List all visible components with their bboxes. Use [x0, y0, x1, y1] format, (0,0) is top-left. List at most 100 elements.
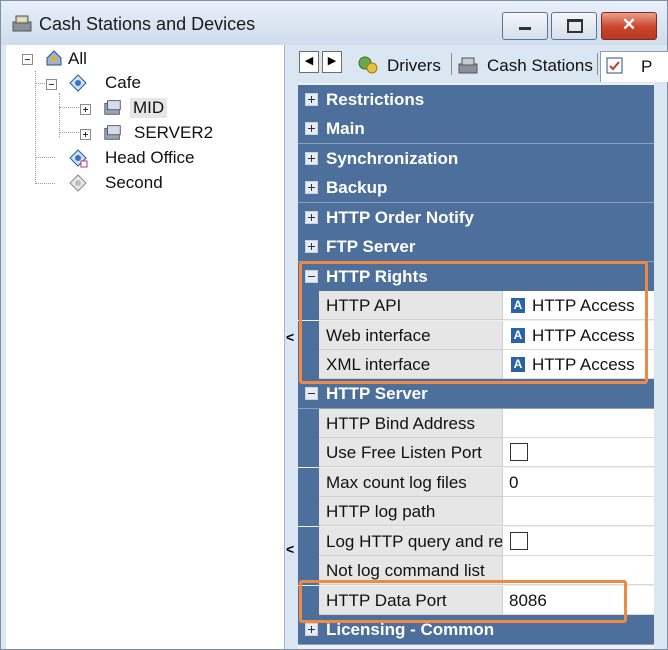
window-title: Cash Stations and Devices — [39, 14, 256, 34]
property-name: Web interface — [326, 326, 431, 345]
minimize-button[interactable] — [502, 12, 548, 40]
tree-node-label: SERVER2 — [134, 123, 214, 142]
maximize-button[interactable] — [551, 12, 597, 40]
device-tree[interactable]: All Cafe MID SERVER2 Head Office Second — [6, 45, 285, 649]
property-grid: Restrictions Main Synchronization Backup… — [298, 83, 654, 649]
tree-node-label: Head Office — [105, 148, 195, 167]
station-group-icon — [69, 149, 88, 168]
property-name: HTTP API — [326, 296, 402, 315]
category-label: HTTP Rights — [326, 267, 428, 286]
property-name: Not log command list — [326, 561, 485, 580]
property-row[interactable]: Not log command list — [298, 556, 654, 585]
collapse-left-icon[interactable]: < — [286, 541, 294, 557]
tab-cash-stations[interactable]: Cash Stations — [453, 51, 595, 79]
category-label: Main — [326, 119, 365, 138]
main-window: Cash Stations and Devices ✕ All Cafe MID… — [0, 0, 668, 650]
enum-value-icon: A — [511, 298, 525, 313]
properties-pane: ◀ ▶ Drivers Cash Stations P Restrictions… — [295, 45, 668, 649]
category-synchronization[interactable]: Synchronization — [298, 144, 654, 174]
category-label: Synchronization — [326, 149, 459, 168]
tree-node-label: MID — [130, 98, 168, 118]
tree-node-label: Second — [105, 173, 163, 192]
property-row[interactable]: Log HTTP query and re — [298, 527, 654, 556]
tab-scroll-right-button[interactable]: ▶ — [322, 51, 342, 73]
property-row[interactable]: Web interface A HTTP Access — [298, 321, 654, 350]
category-label: HTTP Order Notify — [326, 208, 474, 227]
category-label: Licensing - Common — [326, 620, 495, 639]
property-row[interactable]: XML interface A HTTP Access — [298, 350, 654, 379]
title-bar: Cash Stations and Devices ✕ — [1, 1, 667, 45]
server-icon — [104, 125, 121, 140]
enum-value-icon: A — [511, 357, 525, 372]
tab-label: P — [641, 57, 653, 76]
tab-scroll-left-button[interactable]: ◀ — [299, 51, 319, 73]
server-icon — [104, 100, 121, 115]
property-name: Log HTTP query and re — [326, 532, 502, 551]
property-name: XML interface — [326, 355, 431, 374]
expand-icon[interactable] — [80, 104, 91, 115]
property-name: HTTP Bind Address — [326, 414, 475, 433]
category-label: Restrictions — [326, 90, 425, 109]
collapse-icon[interactable] — [305, 270, 318, 283]
tree-node-all[interactable]: All — [6, 47, 284, 71]
category-main[interactable]: Main — [298, 114, 654, 144]
collapse-icon[interactable] — [305, 387, 318, 400]
tab-properties[interactable]: P — [600, 51, 668, 82]
category-ftp-server[interactable]: FTP Server — [298, 232, 654, 262]
station-group-icon — [69, 74, 87, 92]
category-http-rights[interactable]: HTTP Rights — [298, 262, 654, 292]
category-backup[interactable]: Backup — [298, 173, 654, 203]
expand-icon[interactable] — [305, 211, 318, 224]
close-icon: ✕ — [621, 15, 637, 34]
property-row[interactable]: Max count log files 0 — [298, 468, 654, 497]
expand-icon[interactable] — [305, 93, 318, 106]
collapse-icon[interactable] — [46, 79, 57, 90]
property-row[interactable]: HTTP Data Port 8086 — [298, 586, 654, 615]
expand-icon[interactable] — [305, 181, 318, 194]
chevron-left-icon: ◀ — [304, 55, 314, 67]
category-licensing-common[interactable]: Licensing - Common — [298, 615, 654, 645]
expand-icon[interactable] — [80, 129, 91, 140]
drivers-icon — [358, 56, 378, 74]
tree-node-second[interactable]: Second — [6, 171, 284, 195]
expand-icon[interactable] — [305, 152, 318, 165]
property-row[interactable]: HTTP log path — [298, 497, 654, 526]
cash-station-icon — [458, 57, 478, 74]
close-button[interactable]: ✕ — [601, 12, 657, 40]
splitter[interactable]: < < — [285, 45, 295, 649]
category-label: FTP Server — [326, 237, 416, 256]
tree-node-cafe[interactable]: Cafe — [6, 71, 284, 95]
station-group-icon — [69, 174, 87, 192]
collapse-left-icon[interactable]: < — [286, 329, 294, 345]
enum-value-icon: A — [511, 328, 525, 343]
category-http-server[interactable]: HTTP Server — [298, 379, 654, 409]
property-row[interactable]: HTTP Bind Address — [298, 409, 654, 438]
property-row[interactable]: HTTP API A HTTP Access — [298, 291, 654, 320]
property-name: HTTP log path — [326, 502, 436, 521]
expand-icon[interactable] — [305, 240, 318, 253]
collapse-icon[interactable] — [22, 54, 33, 65]
http-data-port-value[interactable]: 8086 — [509, 591, 547, 611]
use-free-port-checkbox[interactable] — [510, 443, 528, 461]
property-value: HTTP Access — [532, 326, 635, 345]
tab-drivers[interactable]: Drivers — [353, 51, 449, 79]
property-name: Max count log files — [326, 473, 467, 492]
properties-icon — [606, 57, 623, 74]
category-http-order-notify[interactable]: HTTP Order Notify — [298, 203, 654, 233]
tree-node-label: All — [68, 49, 87, 68]
tree-node-head-office[interactable]: Head Office — [6, 146, 284, 170]
tab-label: Drivers — [387, 56, 441, 75]
property-row[interactable]: Use Free Listen Port — [298, 438, 654, 467]
category-label: Backup — [326, 178, 388, 197]
property-value: HTTP Access — [532, 355, 635, 374]
chevron-right-icon: ▶ — [327, 55, 337, 67]
tab-label: Cash Stations — [487, 56, 593, 75]
cash-register-icon — [12, 15, 32, 32]
log-http-query-checkbox[interactable] — [510, 532, 528, 550]
tree-node-mid[interactable]: MID — [6, 96, 284, 120]
expand-icon[interactable] — [305, 623, 318, 636]
property-value[interactable]: 0 — [509, 473, 518, 493]
tree-node-server2[interactable]: SERVER2 — [6, 121, 284, 145]
category-restrictions[interactable]: Restrictions — [298, 85, 654, 115]
expand-icon[interactable] — [305, 122, 318, 135]
